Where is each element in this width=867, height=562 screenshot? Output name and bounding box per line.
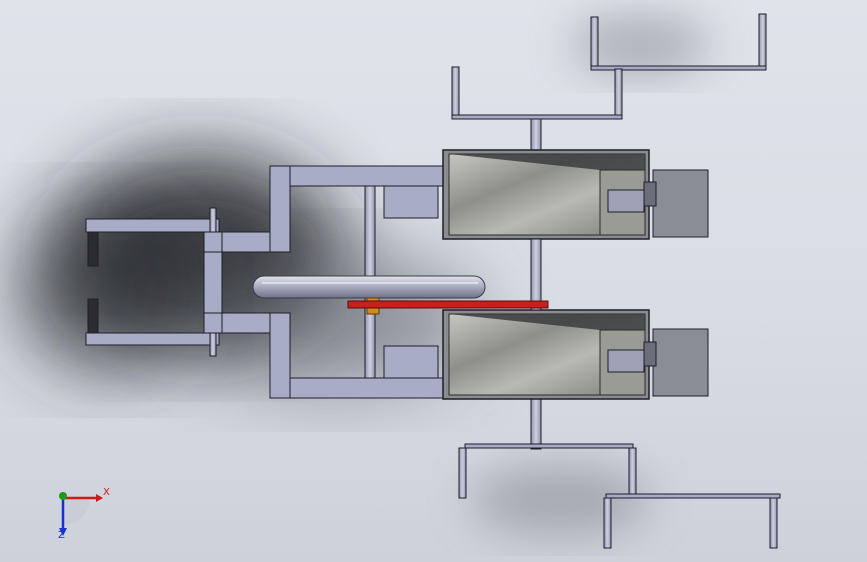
model-viewport[interactable] — [0, 0, 867, 562]
triad-x-axis-label: X — [103, 487, 110, 498]
orientation-triad[interactable] — [59, 492, 103, 536]
belt-overlay — [347, 300, 549, 309]
grinding-housing-lower[interactable] — [442, 309, 709, 400]
shaft-segment — [530, 238, 542, 311]
triad-z-axis-label: Z — [58, 530, 65, 541]
grinding-housing-upper[interactable] — [442, 149, 709, 240]
flywheel[interactable] — [252, 275, 486, 299]
